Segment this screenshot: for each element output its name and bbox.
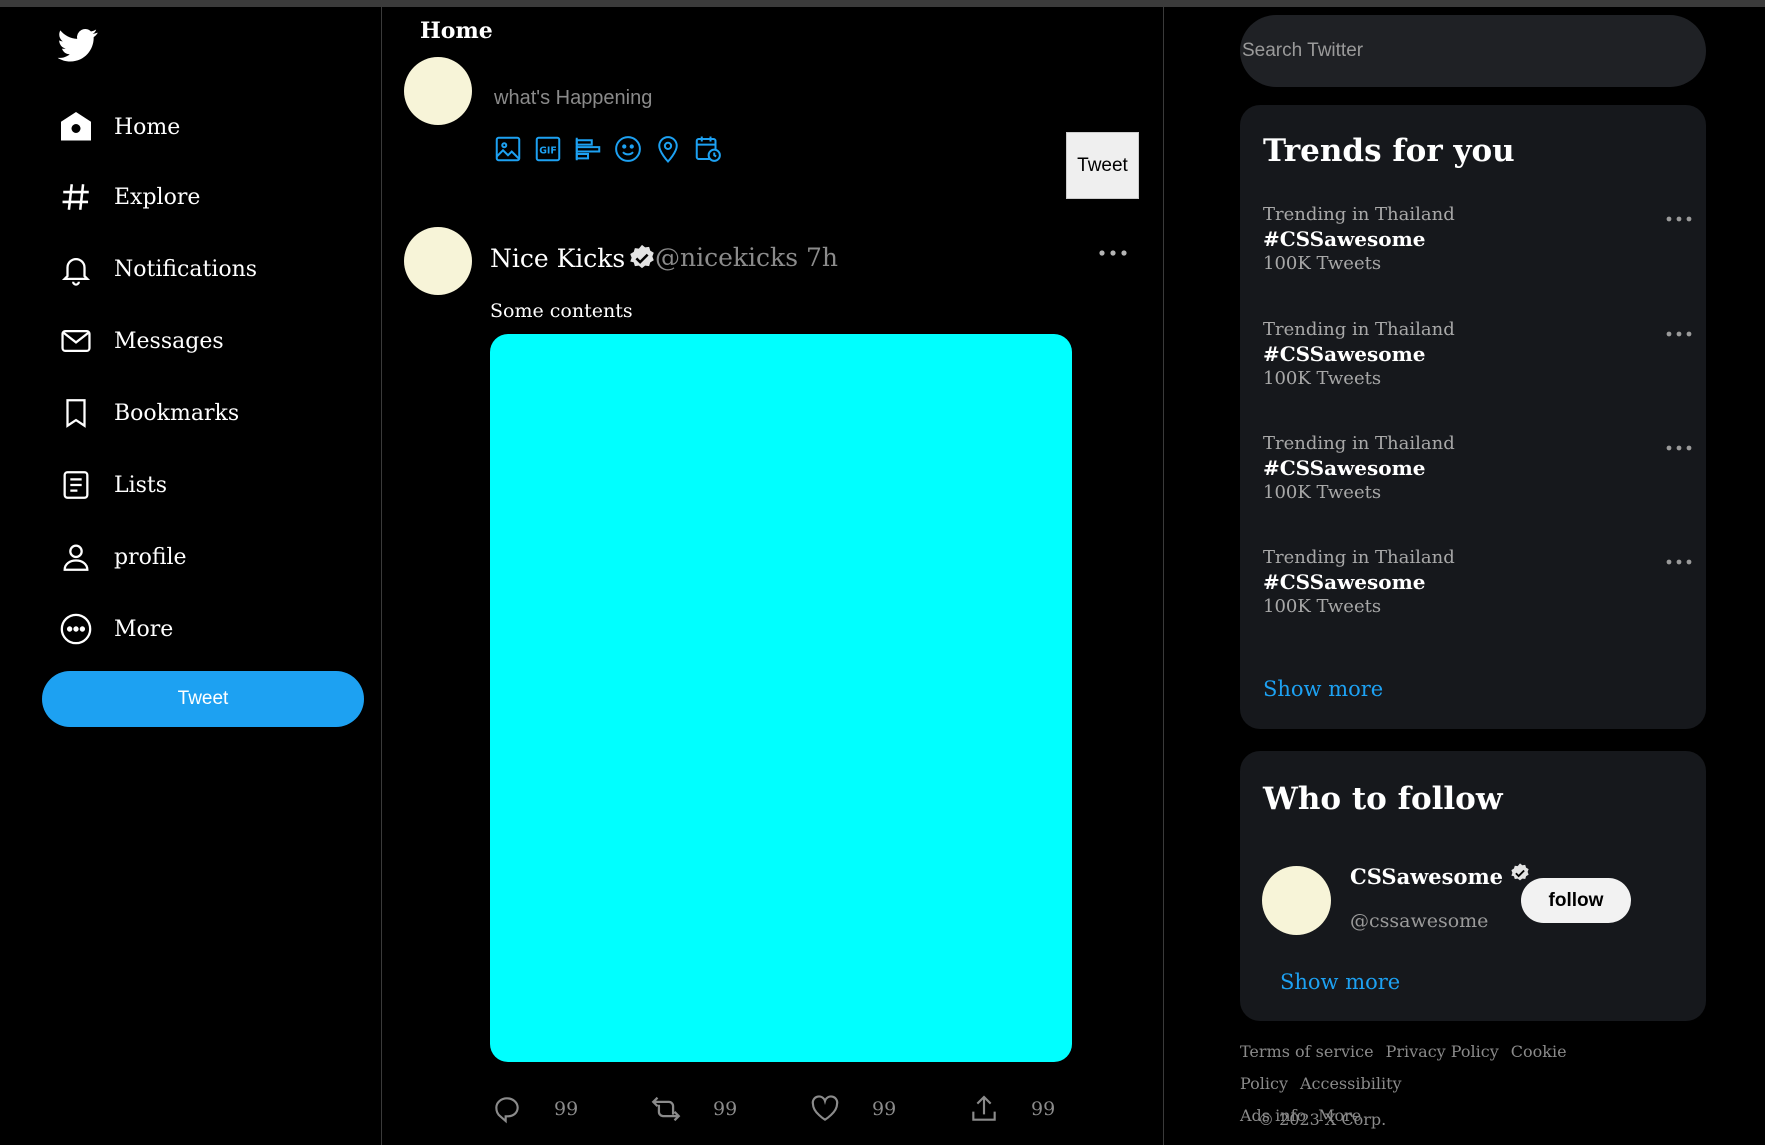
share-icon <box>967 1092 1001 1126</box>
trend-tag: #CSSawesome <box>1263 342 1426 366</box>
compose-input[interactable] <box>492 79 976 117</box>
trend-item[interactable]: Trending in Thailand #CSSawesome 100K Tw… <box>1263 318 1693 398</box>
reply-icon <box>490 1092 524 1126</box>
nav-item-label: Home <box>114 114 181 140</box>
follow-button[interactable]: follow <box>1521 878 1631 923</box>
compose-toolbar: GIF <box>492 133 723 164</box>
more-dots-icon[interactable] <box>1098 243 1128 262</box>
avatar[interactable] <box>1262 866 1331 935</box>
who-to-follow-title: Who to follow <box>1263 781 1503 817</box>
like-action[interactable]: 99 <box>808 1092 896 1126</box>
post-author-label: Nice Kicks <box>490 243 626 273</box>
bell-icon <box>58 251 94 287</box>
retweet-action[interactable]: 99 <box>649 1092 737 1126</box>
image-icon[interactable] <box>492 133 523 164</box>
more-dots-icon[interactable] <box>1665 438 1693 457</box>
emoji-icon[interactable] <box>612 133 643 164</box>
trend-context: Trending in Thailand <box>1263 547 1455 568</box>
trends-title: Trends for you <box>1263 133 1515 169</box>
more-dots-icon[interactable] <box>1665 552 1693 571</box>
post-media[interactable] <box>490 334 1072 1062</box>
nav-item-profile[interactable]: profile <box>58 533 187 581</box>
follow-account-handle: @cssawesome <box>1350 910 1489 932</box>
compose-tweet-button[interactable]: Tweet <box>1066 132 1139 199</box>
search-input[interactable] <box>1240 15 1706 87</box>
retweet-count: 99 <box>713 1098 738 1120</box>
retweet-icon <box>649 1092 683 1126</box>
trends-show-more-link[interactable]: Show more <box>1263 677 1383 701</box>
heart-icon <box>808 1092 842 1126</box>
nav-item-bookmarks[interactable]: Bookmarks <box>58 389 239 437</box>
more-dots-icon[interactable] <box>1665 324 1693 343</box>
bookmark-icon <box>58 395 94 431</box>
mail-icon <box>58 323 94 359</box>
trend-tag: #CSSawesome <box>1263 227 1426 251</box>
trend-context: Trending in Thailand <box>1263 204 1455 225</box>
share-action[interactable]: 99 <box>967 1092 1055 1126</box>
more-circle-icon <box>58 611 94 647</box>
trend-count: 100K Tweets <box>1263 253 1382 274</box>
like-count: 99 <box>872 1098 897 1120</box>
nav-item-label: Explore <box>114 184 201 210</box>
trend-context: Trending in Thailand <box>1263 433 1455 454</box>
follow-account-label: CSSawesome <box>1350 864 1504 889</box>
trend-item[interactable]: Trending in Thailand #CSSawesome 100K Tw… <box>1263 432 1693 512</box>
poll-icon[interactable] <box>572 133 603 164</box>
tweet-button[interactable]: Tweet <box>42 671 364 727</box>
location-icon[interactable] <box>652 133 683 164</box>
user-icon <box>58 539 94 575</box>
share-count: 99 <box>1031 1098 1056 1120</box>
home-feed: Home GIF Tweet Nice Kicks @nicekicks 7h <box>382 7 1164 1145</box>
trend-count: 100K Tweets <box>1263 596 1382 617</box>
post-content: Some contents <box>490 300 633 322</box>
nav-item-explore[interactable]: Explore <box>58 173 200 221</box>
gif-icon[interactable]: GIF <box>532 133 563 164</box>
trend-item[interactable]: Trending in Thailand #CSSawesome 100K Tw… <box>1263 203 1693 283</box>
browser-top-bar <box>0 0 1765 7</box>
post-author-name[interactable]: Nice Kicks <box>490 243 657 273</box>
nav-item-label: profile <box>114 544 187 570</box>
svg-text:GIF: GIF <box>539 145 557 156</box>
trend-item[interactable]: Trending in Thailand #CSSawesome 100K Tw… <box>1263 546 1693 626</box>
verified-icon <box>1509 862 1531 884</box>
trend-count: 100K Tweets <box>1263 482 1382 503</box>
nav-item-label: More <box>114 616 174 642</box>
nav-item-label: Bookmarks <box>114 400 240 426</box>
follow-account-name[interactable]: CSSawesome <box>1350 862 1531 889</box>
trends-card: Trends for you Trending in Thailand #CSS… <box>1240 105 1706 729</box>
verified-icon <box>627 243 657 273</box>
nav-item-home[interactable]: Home <box>58 103 180 151</box>
hashtag-icon <box>58 179 94 215</box>
nav-item-label: Messages <box>114 328 224 354</box>
trend-tag: #CSSawesome <box>1263 570 1426 594</box>
home-icon <box>58 109 94 145</box>
twitter-bird-icon[interactable] <box>56 25 100 65</box>
nav-item-label: Lists <box>114 472 168 498</box>
footer-link-privacy[interactable]: Privacy Policy <box>1386 1042 1499 1061</box>
nav-item-label: Notifications <box>114 256 258 282</box>
copyright: © 2023 X Corp. <box>1258 1110 1387 1129</box>
nav-item-lists[interactable]: Lists <box>58 461 167 509</box>
trend-context: Trending in Thailand <box>1263 319 1455 340</box>
footer-link-accessibility[interactable]: Accessibility <box>1300 1074 1402 1093</box>
schedule-icon[interactable] <box>692 133 723 164</box>
who-to-follow-show-more-link[interactable]: Show more <box>1280 970 1400 994</box>
post-handle: @nicekicks 7h <box>655 243 838 272</box>
page-title: Home <box>420 18 493 44</box>
avatar[interactable] <box>404 57 472 125</box>
footer-link-terms[interactable]: Terms of service <box>1240 1042 1374 1061</box>
nav-item-more[interactable]: More <box>58 605 173 653</box>
list-icon <box>58 467 94 503</box>
avatar[interactable] <box>404 227 472 295</box>
reply-count: 99 <box>554 1098 579 1120</box>
reply-action[interactable]: 99 <box>490 1092 578 1126</box>
more-dots-icon[interactable] <box>1665 209 1693 228</box>
nav-item-messages[interactable]: Messages <box>58 317 224 365</box>
trend-tag: #CSSawesome <box>1263 456 1426 480</box>
nav-item-notifications[interactable]: Notifications <box>58 245 257 293</box>
left-navigation: Home Explore Notifications Messages Book… <box>0 7 382 1145</box>
trend-count: 100K Tweets <box>1263 368 1382 389</box>
